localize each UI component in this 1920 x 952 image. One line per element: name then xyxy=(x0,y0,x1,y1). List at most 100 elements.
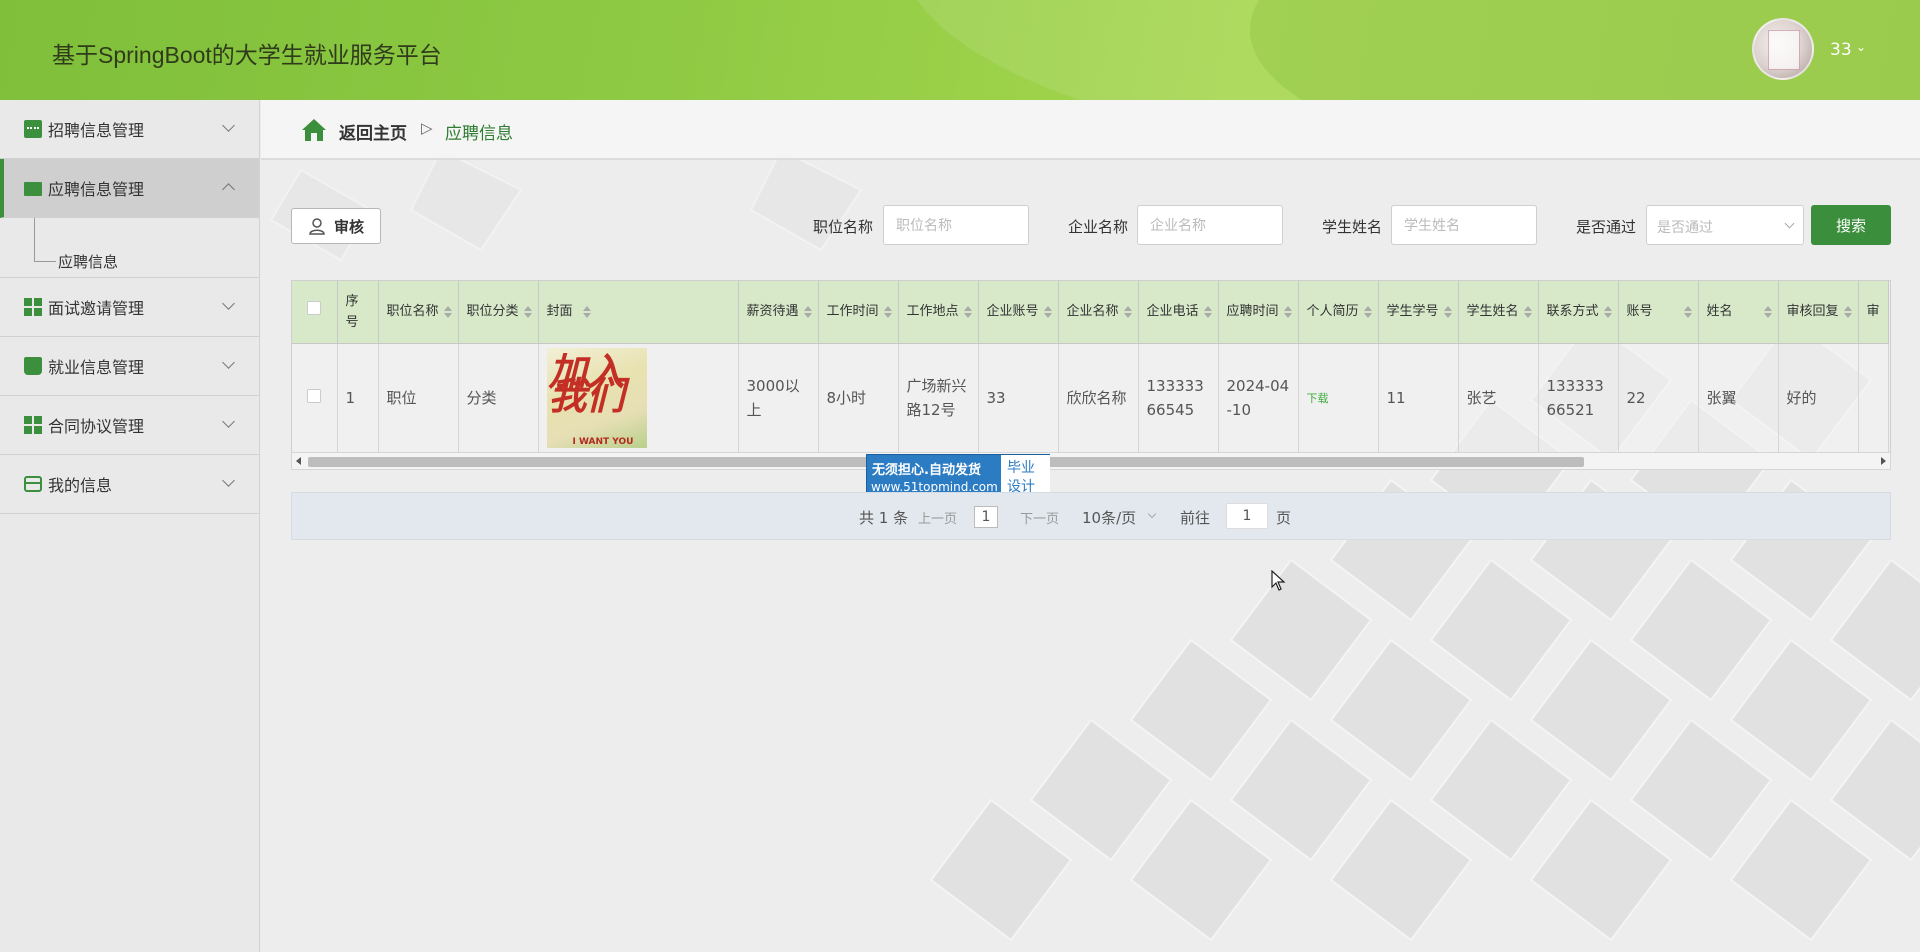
sort-icon[interactable] xyxy=(1443,306,1452,318)
cell-resume: 下载 xyxy=(1298,343,1379,453)
column-header[interactable]: 工作时间 xyxy=(818,281,899,344)
column-header[interactable]: 姓名 xyxy=(1698,281,1779,344)
sort-icon[interactable] xyxy=(1203,306,1212,318)
column-header-label: 工作地点 xyxy=(906,304,959,320)
cell-contact: 13333366521 xyxy=(1538,343,1619,453)
sidebar-item-recruitment[interactable]: 招聘信息管理 xyxy=(0,100,259,159)
sort-icon[interactable] xyxy=(963,306,972,318)
cover-image-text: 加入我们 xyxy=(548,349,625,419)
chevron-down-icon xyxy=(1784,218,1795,229)
column-header[interactable]: 学生姓名 xyxy=(1458,281,1539,344)
sidebar-item-application[interactable]: 应聘信息管理 xyxy=(0,159,259,218)
sidebar-item-employment[interactable]: 就业信息管理 xyxy=(0,337,259,396)
column-header[interactable]: 企业账号 xyxy=(978,281,1059,344)
next-page-button[interactable]: 下一页 xyxy=(1020,508,1059,527)
home-icon[interactable] xyxy=(301,118,327,142)
page-size-select[interactable]: 10条/页 xyxy=(1082,507,1136,528)
sort-icon[interactable] xyxy=(883,306,892,318)
prev-page-button[interactable]: 上一页 xyxy=(918,508,957,527)
book-icon xyxy=(24,357,42,375)
page-suffix-label: 页 xyxy=(1276,509,1292,527)
sort-icon[interactable] xyxy=(1603,306,1612,318)
sidebar-item-contract[interactable]: 合同协议管理 xyxy=(0,396,259,455)
column-header-label: 个人简历 xyxy=(1306,304,1359,320)
sort-icon[interactable] xyxy=(1523,306,1532,318)
student-name-input[interactable] xyxy=(1391,205,1537,245)
breadcrumb-home-link[interactable]: 返回主页 xyxy=(339,119,407,144)
cell-truncated xyxy=(1858,343,1889,453)
column-header[interactable]: 企业名称 xyxy=(1058,281,1139,344)
cell-apply-time: 2024-04-10 xyxy=(1218,343,1299,453)
cell-salary: 3000以上 xyxy=(738,343,819,453)
table-row[interactable]: 1 职位 分类 加入我们 I WANT YOU 3000以上 8小时 广场新兴路… xyxy=(292,343,1889,453)
audit-button-label: 审核 xyxy=(333,217,364,236)
column-header[interactable]: 账号 xyxy=(1618,281,1699,344)
chat-icon xyxy=(24,120,42,138)
column-header-label: 学生学号 xyxy=(1386,304,1439,320)
sort-icon[interactable] xyxy=(1363,306,1372,318)
column-header[interactable]: 薪资待遇 xyxy=(738,281,819,344)
sort-icon[interactable] xyxy=(1043,306,1052,318)
column-header[interactable]: 学生学号 xyxy=(1378,281,1459,344)
sidebar-item-label: 招聘信息管理 xyxy=(48,121,145,140)
page-number[interactable]: 1 xyxy=(974,506,998,528)
column-header-label: 职位分类 xyxy=(466,304,519,320)
sort-icon[interactable] xyxy=(803,306,812,318)
cell-cover: 加入我们 I WANT YOU xyxy=(538,343,739,453)
column-header[interactable]: 职位分类 xyxy=(458,281,539,344)
horizontal-scrollbar[interactable] xyxy=(291,452,1891,470)
sidebar-item-profile[interactable]: 我的信息 xyxy=(0,455,259,514)
audit-button[interactable]: 审核 xyxy=(291,208,381,244)
scroll-left-icon[interactable] xyxy=(296,457,301,465)
watermark-box-line1: 毕业 xyxy=(1007,460,1035,476)
column-header[interactable]: 个人简历 xyxy=(1298,281,1379,344)
column-header[interactable]: 职位名称 xyxy=(378,281,459,344)
sidebar-item-interview[interactable]: 面试邀请管理 xyxy=(0,278,259,337)
column-header[interactable]: 应聘时间 xyxy=(1218,281,1299,344)
card-icon xyxy=(24,476,42,492)
chevron-down-icon xyxy=(222,415,235,428)
column-header[interactable]: 工作地点 xyxy=(898,281,979,344)
chevron-down-icon[interactable]: ⌄ xyxy=(1856,40,1866,54)
scroll-right-icon[interactable] xyxy=(1881,457,1886,465)
column-header[interactable]: 审核回复 xyxy=(1778,281,1859,344)
breadcrumb-separator: ▷ xyxy=(421,119,433,137)
person-icon xyxy=(309,218,325,235)
pagination: 共 1 条 上一页 1 下一页 10条/页 前往 1 页 xyxy=(291,492,1891,540)
sort-icon[interactable] xyxy=(443,306,452,318)
row-checkbox[interactable] xyxy=(307,389,322,404)
chevron-down-icon[interactable] xyxy=(1147,509,1157,519)
column-header-label: 企业名称 xyxy=(1066,304,1119,320)
column-header[interactable]: 封面 xyxy=(538,281,739,344)
cell-job-name: 职位 xyxy=(378,343,459,453)
sort-icon[interactable] xyxy=(1843,306,1852,318)
sidebar-item-label: 就业信息管理 xyxy=(48,358,145,377)
cover-image[interactable]: 加入我们 I WANT YOU xyxy=(546,348,647,449)
tree-line xyxy=(34,261,56,262)
sidebar-item-label: 合同协议管理 xyxy=(48,417,145,436)
sort-icon[interactable] xyxy=(582,306,591,318)
select-all-checkbox[interactable] xyxy=(307,301,322,316)
column-header[interactable]: 联系方式 xyxy=(1538,281,1619,344)
sort-icon[interactable] xyxy=(1123,306,1132,318)
sort-icon[interactable] xyxy=(1283,306,1292,318)
avatar[interactable] xyxy=(1752,18,1814,80)
cover-image-subtext: I WANT YOU xyxy=(572,437,634,448)
app-title: 基于SpringBoot的大学生就业服务平台 xyxy=(52,42,442,68)
sidebar-subitem-application-info[interactable]: 应聘信息 xyxy=(0,218,259,278)
chevron-down-icon xyxy=(222,474,235,487)
passed-select[interactable]: 是否通过 xyxy=(1646,205,1804,245)
goto-page-input[interactable]: 1 xyxy=(1226,503,1268,529)
company-name-input[interactable] xyxy=(1137,205,1283,245)
sidebar-subitem-label[interactable]: 应聘信息 xyxy=(58,251,118,272)
column-header-label: 职位名称 xyxy=(386,304,439,320)
job-name-input[interactable] xyxy=(883,205,1029,245)
search-button[interactable]: 搜索 xyxy=(1811,205,1891,245)
company-name-label: 企业名称 xyxy=(1068,218,1129,236)
column-header[interactable]: 企业电话 xyxy=(1138,281,1219,344)
sort-icon[interactable] xyxy=(1683,306,1692,318)
sort-icon[interactable] xyxy=(1763,306,1772,318)
sort-icon[interactable] xyxy=(523,306,532,318)
username[interactable]: 33 xyxy=(1830,40,1852,60)
resume-download-link[interactable]: 下载 xyxy=(1307,392,1329,405)
